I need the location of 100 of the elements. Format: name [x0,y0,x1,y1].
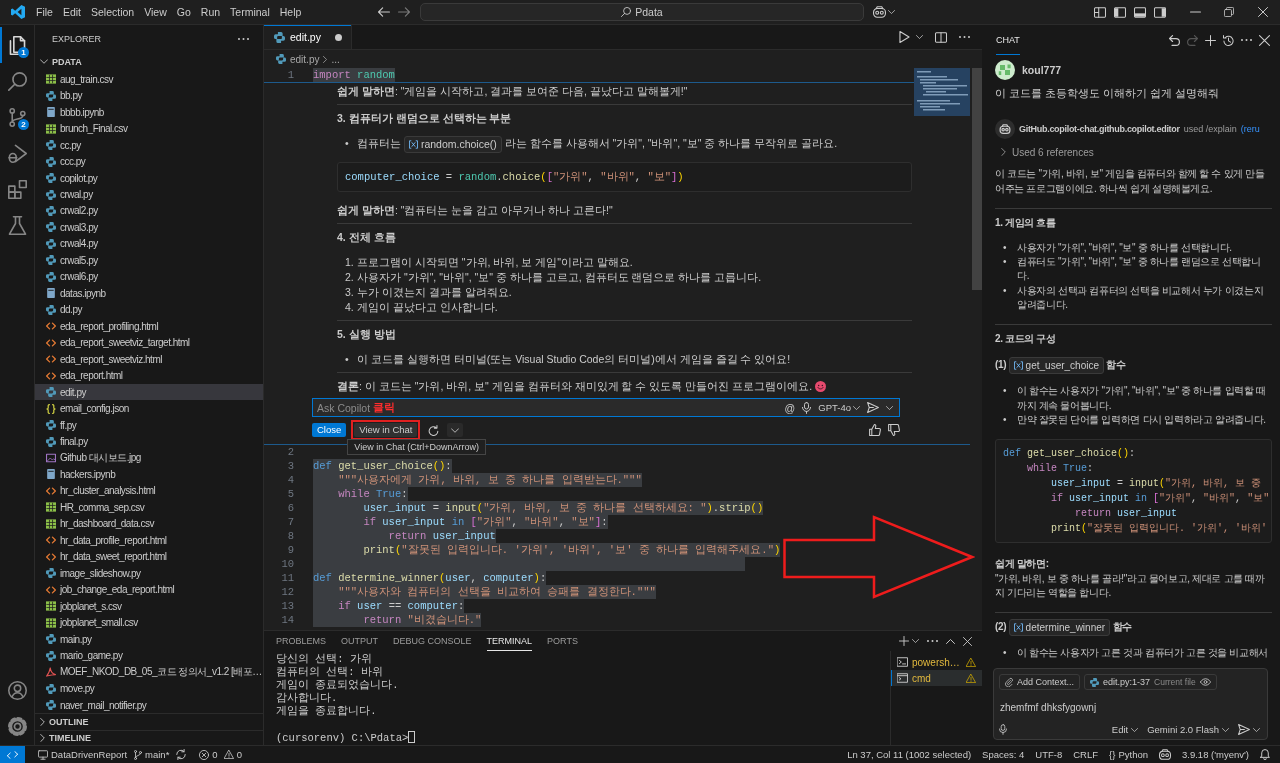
tree-item[interactable]: move.py [35,680,263,697]
tree-item[interactable]: copilot.py [35,169,263,187]
add-context-button[interactable]: Add Context... [999,674,1081,690]
breadcrumb-item[interactable]: ... [331,53,340,65]
model-picker[interactable]: GPT-4o [818,402,860,413]
back-arrow-icon[interactable] [378,7,390,17]
status-item[interactable]: Spaces: 4 [982,746,1025,763]
minimize-icon[interactable] [1189,11,1201,13]
tree-item[interactable]: brunch_Final.csv [35,120,263,137]
close-icon[interactable] [963,636,972,646]
tree-item[interactable]: datas.ipynb [35,285,263,302]
status-item[interactable]: CRLF [1073,746,1099,763]
tree-item[interactable]: crwal2.py [35,202,263,220]
activity-bar-item[interactable]: 2 [0,99,34,135]
status-item[interactable]: 0 0 [199,746,242,763]
panel-tab[interactable]: DEBUG CONSOLE [393,631,472,651]
robot-face-icon[interactable] [873,6,886,18]
send-icon[interactable] [1238,724,1250,735]
tree-item[interactable]: eda_report_sweetviz_target.html [35,334,263,351]
tree-item[interactable]: bbbb.ipynb [35,103,263,121]
more-icon[interactable] [238,37,249,40]
tree-item[interactable]: bb.py [35,87,263,104]
layout-icon[interactable] [1094,6,1106,18]
symbol-link[interactable]: get_user_choice [1008,357,1104,375]
menu-item[interactable]: Terminal [225,1,275,23]
references-toggle[interactable]: Used 6 references [1001,145,1094,160]
mention-button[interactable]: @ [784,401,796,414]
symbol-link[interactable]: determine_winner [1008,619,1111,637]
status-item[interactable]: UTF-8 [1035,746,1063,763]
microphone-icon[interactable] [802,401,812,414]
remote-button[interactable] [0,746,25,763]
status-item[interactable]: {} Python [1109,746,1148,763]
tree-item[interactable]: cc.py [35,136,263,154]
tree-item[interactable]: eda_report.html [35,367,263,384]
command-center[interactable]: Pdata [420,3,864,21]
account-icon[interactable] [7,681,27,700]
menu-item[interactable]: File [31,1,58,23]
chevron-down-icon[interactable] [886,405,893,410]
tree-item[interactable]: main.py [35,630,263,648]
tree-item[interactable]: Github 대시보드.jpg [35,449,263,467]
tree-item[interactable]: crwal4.py [35,235,263,253]
chevron-up-icon[interactable] [946,638,955,644]
minimap-drawing[interactable] [914,68,970,116]
tree-item[interactable]: aug_train.csv [35,71,263,88]
menu-item[interactable]: View [139,1,172,23]
panel-tab[interactable]: TERMINAL [486,631,533,651]
plus-icon[interactable] [1205,34,1216,46]
refresh-icon[interactable] [428,424,440,436]
tree-item[interactable]: naver_mail_notifier.py [35,696,263,714]
send-icon[interactable] [867,402,879,413]
tree-item[interactable]: edit.py [35,383,263,401]
tree-item[interactable]: ff.py [35,416,263,434]
panel-tab[interactable]: OUTPUT [341,631,378,651]
tree-item[interactable]: dd.py [35,301,263,319]
tree-item[interactable]: eda_report_profiling.html [35,318,263,335]
tree-item[interactable]: HR_comma_sep.csv [35,499,263,516]
mode-picker[interactable]: Edit [1111,724,1139,735]
status-item[interactable]: 3.9.18 ('myenv') [1182,746,1249,763]
menu-item[interactable]: Go [171,1,196,23]
sync-icon[interactable] [176,749,187,760]
breadcrumb-item[interactable]: edit.py [276,53,320,65]
terminal-item[interactable]: cmd [891,670,982,686]
tree-item[interactable]: hackers.ipynb [35,466,263,483]
menu-item[interactable]: Run [195,1,226,23]
context-chip[interactable]: edit.py:1-37 Current file [1084,674,1217,690]
tree-item[interactable]: eda_report_sweetviz.html [35,350,263,368]
section-header[interactable]: OUTLINE [35,713,263,731]
thumbs-down-icon[interactable] [888,424,900,436]
chevron-down-icon[interactable] [1253,727,1260,732]
folder-header[interactable]: PDATA [35,52,263,71]
robot-face-icon[interactable] [1159,749,1171,760]
sidebar-toggle-icon[interactable] [1114,6,1126,18]
close-icon[interactable] [1259,34,1270,46]
view-in-chat-button[interactable]: View in Chat [354,423,418,437]
menu-item[interactable]: Selection [86,1,140,23]
tree-item[interactable]: final.py [35,433,263,450]
menu-item[interactable]: Edit [57,1,86,23]
tree-item[interactable]: crwal.py [35,186,263,203]
tree-item[interactable]: mario_game.py [35,647,263,664]
panel-toggle-icon[interactable] [1134,6,1146,18]
activity-bar-item[interactable]: 1 [0,27,34,63]
thumbs-up-icon[interactable] [869,424,881,436]
symbol-link[interactable]: random.choice() [403,136,502,153]
tree-item[interactable]: ccc.py [35,153,263,170]
tree-item[interactable]: job_change_eda_report.html [35,581,263,598]
tree-item[interactable]: crwal6.py [35,268,263,286]
tree-item[interactable]: hr_cluster_analysis.html [35,482,263,500]
chevron-down-icon[interactable] [912,639,919,643]
tree-item[interactable]: MOEF_NKOD_DB_05_코드 정의서_v1.2 [배포… [35,663,263,681]
microphone-icon[interactable] [999,724,1007,735]
secondary-sidebar-toggle-icon[interactable] [1154,6,1166,18]
scrollbar-thumb[interactable] [972,68,982,290]
tree-item[interactable]: hr_dashboard_data.csv [35,515,263,533]
tree-item[interactable]: crwal3.py [35,219,263,236]
panel-tab[interactable]: PORTS [547,631,578,651]
chevron-down-icon[interactable] [888,10,895,14]
tree-item[interactable]: hr_data_sweet_report.html [35,548,263,566]
undo-icon[interactable] [1169,34,1180,46]
forward-arrow-icon[interactable] [398,7,410,17]
tree-item[interactable]: jobplanet_s.csv [35,598,263,615]
